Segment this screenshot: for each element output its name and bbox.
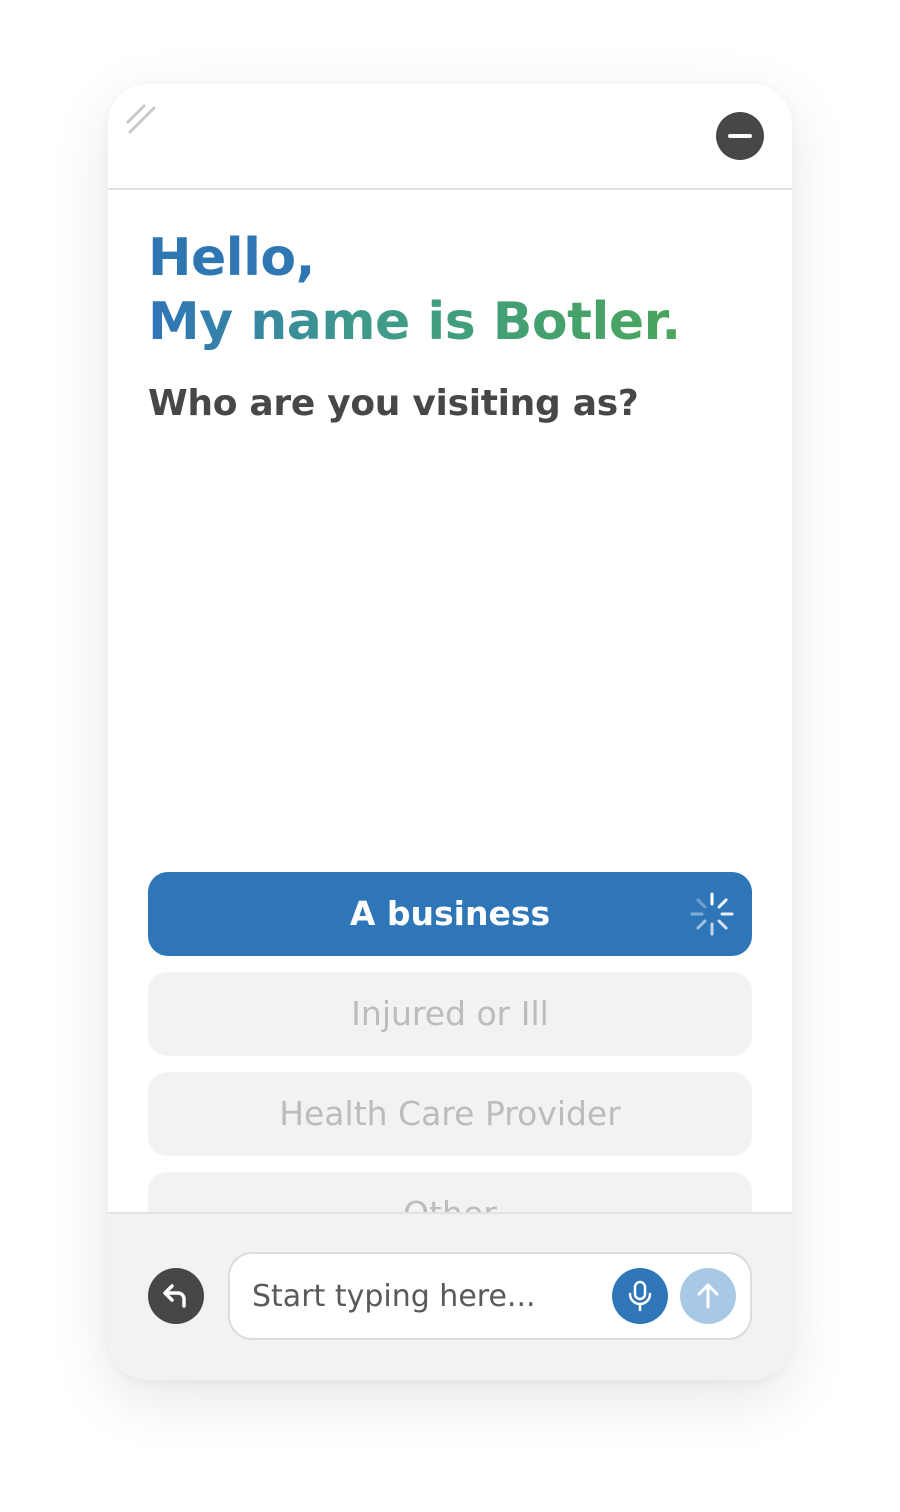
message-input[interactable] — [252, 1268, 592, 1324]
option-a-business[interactable]: A business — [148, 872, 752, 956]
back-button[interactable] — [148, 1268, 204, 1324]
option-label: Health Care Provider — [279, 1094, 621, 1133]
chat-content: Hello, My name is Botler. Who are you vi… — [108, 190, 792, 1256]
option-health-care-provider[interactable]: Health Care Provider — [148, 1072, 752, 1156]
option-label: Injured or Ill — [351, 994, 549, 1033]
grip-lines-icon[interactable] — [124, 102, 160, 138]
composer-bar — [108, 1212, 792, 1380]
visitor-question: Who are you visiting as? — [148, 383, 639, 424]
send-button[interactable] — [680, 1268, 736, 1324]
widget-header — [108, 84, 792, 190]
option-injured-or-ill[interactable]: Injured or Ill — [148, 972, 752, 1056]
greeting-heading: Hello, My name is Botler. — [148, 226, 681, 354]
chat-widget: Hello, My name is Botler. Who are you vi… — [108, 84, 792, 1380]
spinner-icon — [690, 892, 734, 936]
undo-arrow-icon — [163, 1284, 186, 1308]
option-label: A business — [349, 894, 551, 933]
microphone-icon — [628, 1280, 652, 1312]
minimize-button[interactable] — [716, 112, 764, 160]
microphone-button[interactable] — [612, 1268, 668, 1324]
message-input-container — [228, 1252, 752, 1340]
greeting-line-hello: Hello, — [148, 228, 315, 288]
greeting-line-name: My name is Botler. — [148, 292, 681, 352]
minus-icon — [728, 134, 752, 138]
arrow-up-icon — [697, 1283, 719, 1309]
